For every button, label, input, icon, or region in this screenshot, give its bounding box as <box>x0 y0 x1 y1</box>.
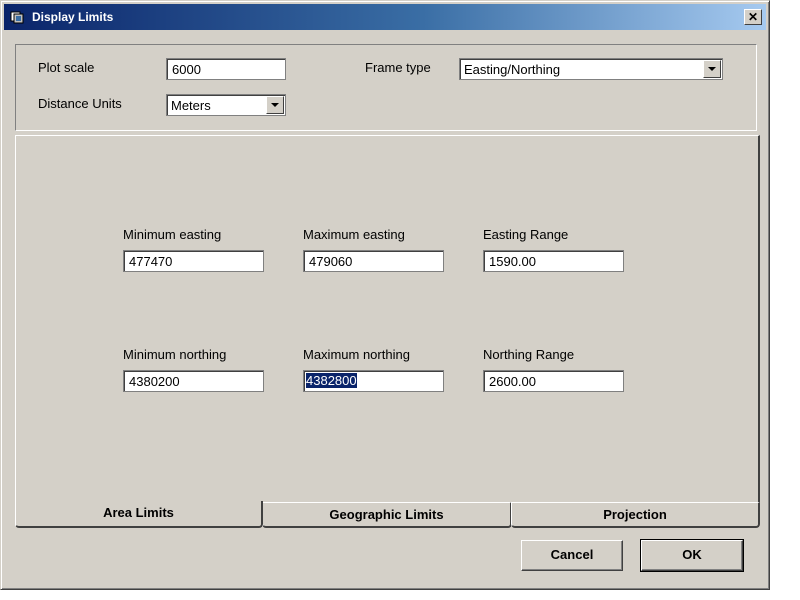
distance-units-label: Distance Units <box>38 96 122 111</box>
frame-type-dropdown-button[interactable] <box>703 60 721 78</box>
window-title: Display Limits <box>32 10 114 24</box>
tab-area-limits[interactable]: Area Limits <box>15 501 263 528</box>
max-northing-value: 4382800 <box>306 373 357 388</box>
max-northing-input[interactable]: 4382800 <box>303 370 444 392</box>
area-limits-panel: Minimum easting Maximum easting Easting … <box>15 135 760 503</box>
frame-type-value: Easting/Northing <box>464 62 561 77</box>
max-easting-label: Maximum easting <box>303 227 405 242</box>
northing-range-label: Northing Range <box>483 347 575 362</box>
chevron-down-icon <box>271 103 279 107</box>
max-easting-input[interactable] <box>303 250 444 272</box>
app-icon <box>10 11 24 24</box>
min-easting-label: Minimum easting <box>123 227 222 242</box>
settings-group: Plot scale Distance Units Meters Frame t… <box>15 44 757 131</box>
min-northing-label: Minimum northing <box>123 347 227 362</box>
plot-scale-label: Plot scale <box>38 60 95 75</box>
easting-range-input[interactable] <box>483 250 624 272</box>
chevron-down-icon <box>708 67 716 71</box>
distance-units-dropdown-button[interactable] <box>266 96 284 114</box>
min-northing-input[interactable] <box>123 370 264 392</box>
min-easting-input[interactable] <box>123 250 264 272</box>
close-button[interactable]: ✕ <box>744 9 762 25</box>
distance-units-select[interactable]: Meters <box>166 94 286 116</box>
frame-type-select[interactable]: Easting/Northing <box>459 58 723 80</box>
easting-range-label: Easting Range <box>483 227 569 242</box>
northing-range-input[interactable] <box>483 370 624 392</box>
tab-projection[interactable]: Projection <box>511 502 760 528</box>
close-icon: ✕ <box>747 10 759 24</box>
cancel-button[interactable]: Cancel <box>521 540 623 571</box>
display-limits-dialog: Display Limits ✕ Plot scale Distance Uni… <box>0 0 770 590</box>
title-bar[interactable]: Display Limits ✕ <box>4 4 766 30</box>
tab-geographic-limits[interactable]: Geographic Limits <box>262 502 512 528</box>
max-northing-label: Maximum northing <box>303 347 410 362</box>
ok-button[interactable]: OK <box>640 539 744 572</box>
plot-scale-input[interactable] <box>166 58 286 80</box>
frame-type-label: Frame type <box>365 60 431 75</box>
distance-units-value: Meters <box>171 98 211 113</box>
